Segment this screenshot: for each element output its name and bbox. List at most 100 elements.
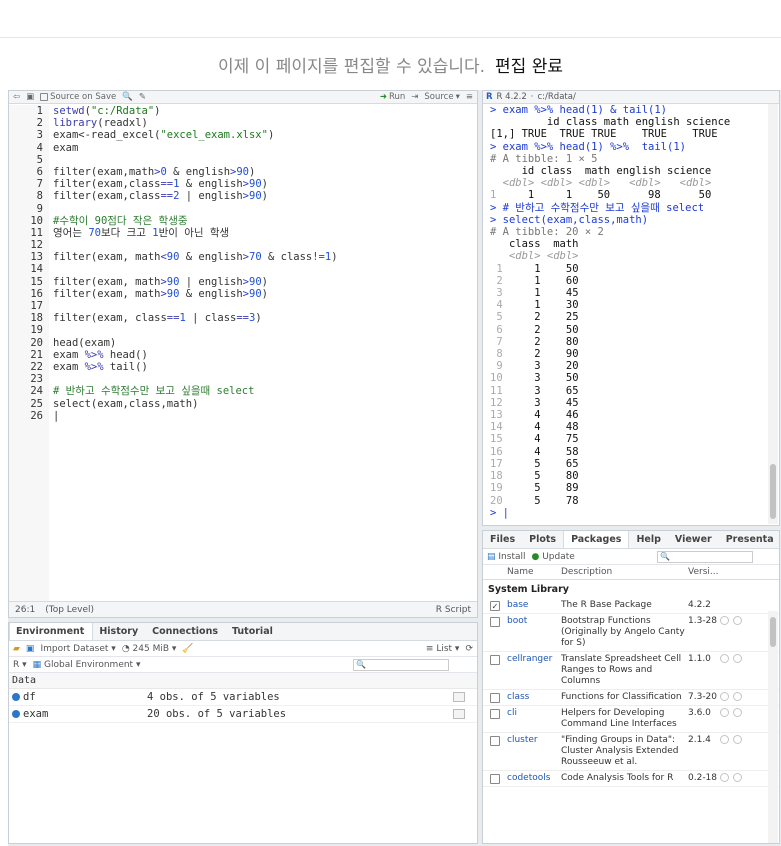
expand-icon[interactable] xyxy=(12,710,20,718)
run-button[interactable]: ➜ Run xyxy=(380,92,405,102)
remove-icon[interactable] xyxy=(733,773,742,782)
package-version: 0.2-18 xyxy=(688,773,718,783)
tab-history[interactable]: History xyxy=(93,623,146,640)
edit-done-link[interactable]: 편집 완료 xyxy=(495,52,563,77)
search-icon[interactable]: 🔍 xyxy=(122,92,133,102)
tab-environment[interactable]: Environment xyxy=(9,623,94,640)
package-name-link[interactable]: cluster xyxy=(507,735,561,768)
package-row[interactable]: ✓ base The R Base Package 4.2.2 xyxy=(483,598,779,614)
line-number: 25 xyxy=(30,397,43,410)
broom-icon[interactable]: 🧹 xyxy=(182,644,193,654)
package-version: 3.6.0 xyxy=(688,708,711,718)
install-button[interactable]: ▤ Install xyxy=(487,552,525,562)
tab-files[interactable]: Files xyxy=(483,531,522,548)
package-version: 7.3-20 xyxy=(688,692,718,702)
remove-icon[interactable] xyxy=(733,654,742,663)
package-row[interactable]: cluster "Finding Groups in Data": Cluster… xyxy=(483,733,779,771)
global-environment-selector[interactable]: ▦ Global Environment ▾ xyxy=(33,660,141,670)
package-checkbox[interactable] xyxy=(490,736,500,746)
back-arrow-icon[interactable]: ⇦ xyxy=(13,92,20,102)
memory-usage[interactable]: ◔ 245 MiB ▾ xyxy=(122,644,177,654)
package-row[interactable]: cli Helpers for Developing Command Line I… xyxy=(483,706,779,733)
outline-icon[interactable]: ≡ xyxy=(466,92,473,102)
packages-search-input[interactable]: 🔍 xyxy=(657,550,753,563)
col-version[interactable]: Versi... xyxy=(688,567,728,577)
package-row[interactable]: codetools Code Analysis Tools for R 0.2-18 xyxy=(483,771,779,787)
line-number: 17 xyxy=(30,300,43,312)
package-checkbox[interactable] xyxy=(490,617,500,627)
package-version: 1.3-28 xyxy=(688,616,718,626)
view-table-icon[interactable] xyxy=(453,709,465,719)
expand-icon[interactable] xyxy=(12,693,20,701)
line-number: 6 xyxy=(36,165,43,178)
package-row[interactable]: boot Bootstrap Functions (Originally by A… xyxy=(483,614,779,652)
remove-icon[interactable] xyxy=(733,692,742,701)
web-icon[interactable] xyxy=(720,616,729,625)
packages-scrollbar[interactable] xyxy=(768,611,778,843)
remove-icon[interactable] xyxy=(733,735,742,744)
console-pane: R R 4.2.2 · c:/Rdata/ > exam %>% head(1)… xyxy=(482,90,780,526)
environment-search-input[interactable]: 🔍 xyxy=(353,658,449,671)
package-name-link[interactable]: class xyxy=(507,692,561,703)
web-icon[interactable] xyxy=(720,654,729,663)
working-directory[interactable]: c:/Rdata/ xyxy=(538,92,576,102)
package-row[interactable]: class Functions for Classification 7.3-20 xyxy=(483,690,779,706)
console-output[interactable]: > exam %>% head(1) & tail(1) id class ma… xyxy=(483,104,769,524)
web-icon[interactable] xyxy=(720,708,729,717)
package-name-link[interactable]: cli xyxy=(507,708,561,730)
env-row[interactable]: exam 20 obs. of 5 variables xyxy=(9,706,477,723)
package-name-link[interactable]: codetools xyxy=(507,773,561,784)
tab-plots[interactable]: Plots xyxy=(522,531,563,548)
package-checkbox[interactable] xyxy=(490,655,500,665)
line-number: 18 xyxy=(30,312,43,325)
source-button[interactable]: Source ▾ xyxy=(424,92,459,102)
package-description: Bootstrap Functions (Originally by Angel… xyxy=(561,616,685,648)
r-language-selector[interactable]: R ▾ xyxy=(13,660,27,670)
web-icon[interactable] xyxy=(720,773,729,782)
package-name-link[interactable]: cellranger xyxy=(507,654,561,687)
web-icon[interactable] xyxy=(720,735,729,744)
file-type-selector[interactable]: R Script xyxy=(436,605,471,615)
save-icon[interactable]: ▣ xyxy=(26,92,34,102)
code-editor[interactable]: 1 2 3 4 5 6 7 8 9 10 11 12 13 14 15 16 17 18 19 20 21 22 23 24 2… xyxy=(9,105,477,603)
source-on-save-checkbox[interactable]: Source on Save xyxy=(40,92,116,102)
remove-icon[interactable] xyxy=(733,708,742,717)
import-dataset-button[interactable]: Import Dataset ▾ xyxy=(40,644,115,654)
console-scrollbar[interactable] xyxy=(768,104,778,524)
tab-tutorial[interactable]: Tutorial xyxy=(226,623,281,640)
remove-icon[interactable] xyxy=(733,616,742,625)
update-button[interactable]: ● Update xyxy=(531,552,574,562)
code-lines[interactable]: setwd("c:/Rdata") library(readxl) exam<-… xyxy=(53,105,477,422)
tab-presentation[interactable]: Presenta xyxy=(719,531,779,548)
scope-selector[interactable]: (Top Level) xyxy=(45,605,94,615)
package-checkbox[interactable]: ✓ xyxy=(490,601,500,611)
list-view-button[interactable]: ≡ List ▾ xyxy=(426,644,460,654)
wand-icon[interactable]: ✎ xyxy=(139,92,146,102)
package-description: "Finding Groups in Data": Cluster Analys… xyxy=(561,735,679,767)
package-name-link[interactable]: base xyxy=(507,600,561,611)
open-folder-icon[interactable]: ▰ xyxy=(13,644,20,654)
source-editor-pane: ⇦ ▣ Source on Save 🔍 ✎ ➜ Run ⇥ Source ▾ ≡ … xyxy=(8,90,478,618)
line-number: 11 xyxy=(30,226,43,239)
refresh-icon[interactable]: ⟳ xyxy=(465,644,473,654)
save-workspace-icon[interactable]: ▣ xyxy=(26,644,35,654)
web-icon[interactable] xyxy=(720,692,729,701)
package-checkbox[interactable] xyxy=(490,774,500,784)
package-checkbox[interactable] xyxy=(490,693,500,703)
view-table-icon[interactable] xyxy=(453,692,465,702)
tab-viewer[interactable]: Viewer xyxy=(668,531,719,548)
tab-packages[interactable]: Packages xyxy=(563,531,630,548)
line-number: 16 xyxy=(30,287,43,300)
package-checkbox[interactable] xyxy=(490,709,500,719)
col-description[interactable]: Description xyxy=(561,567,688,577)
tab-connections[interactable]: Connections xyxy=(146,623,226,640)
package-name-link[interactable]: boot xyxy=(507,616,561,649)
tab-help[interactable]: Help xyxy=(629,531,667,548)
package-list: ✓ base The R Base Package 4.2.2 boot Bootstra… xyxy=(483,598,779,787)
col-name[interactable]: Name xyxy=(507,567,561,577)
package-row[interactable]: cellranger Translate Spreadsheet Cell Ran… xyxy=(483,652,779,690)
env-row[interactable]: df 4 obs. of 5 variables xyxy=(9,689,477,706)
rerun-icon[interactable]: ⇥ xyxy=(411,92,418,102)
install-icon: ▤ xyxy=(487,551,496,562)
